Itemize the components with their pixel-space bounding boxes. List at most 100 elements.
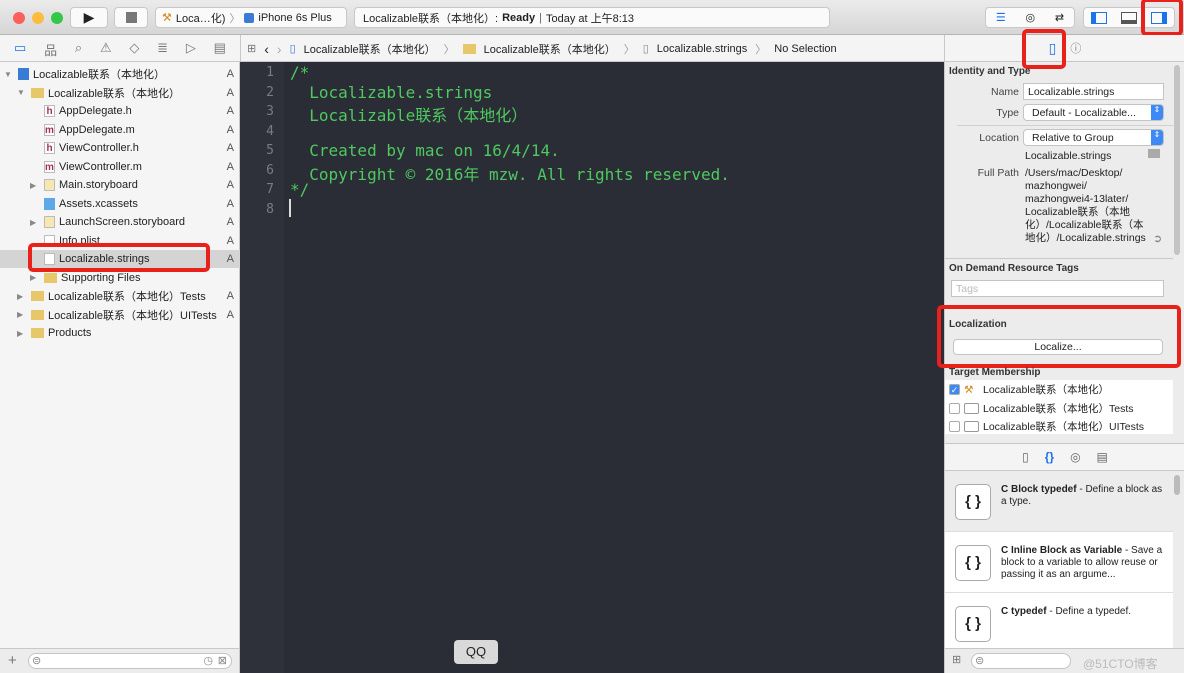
stop-button[interactable] <box>114 7 148 28</box>
target-checkbox[interactable] <box>949 421 960 432</box>
navigator-item-label: Products <box>48 327 92 339</box>
navigator-item[interactable]: ▶ Products <box>0 324 240 342</box>
disclosure-triangle-icon[interactable]: ▶ <box>17 292 23 301</box>
storyboard-icon <box>44 179 55 191</box>
full-path-line: /Users/mac/Desktop/ <box>1025 167 1123 179</box>
navigator-item[interactable]: ▶ Localizable联系（本地化）UITests A <box>0 306 240 324</box>
reveal-arrow-icon[interactable]: ➲ <box>1153 232 1162 245</box>
scm-filter-icon[interactable]: ⊠ <box>218 654 227 667</box>
disclosure-triangle-icon[interactable]: ▼ <box>17 88 25 97</box>
status-time: Today at 上午8:13 <box>545 12 635 25</box>
navigator-item[interactable]: h ViewController.h A <box>0 139 240 157</box>
library-filter-input[interactable]: ⊜ <box>971 653 1071 669</box>
version-editor-icon[interactable]: ⇄ <box>1055 11 1064 24</box>
project-navigator-icon[interactable]: ▭ <box>14 40 26 59</box>
symbol-navigator-icon[interactable]: 品 <box>44 40 57 59</box>
disclosure-triangle-icon[interactable]: ▶ <box>30 181 36 190</box>
type-popup[interactable]: Default - Localizable... ⇕ <box>1023 104 1164 121</box>
line-number: 4 <box>266 123 274 139</box>
tags-input[interactable]: Tags <box>951 280 1164 297</box>
folder-reveal-icon[interactable] <box>1148 149 1160 158</box>
navigator-item[interactable]: h AppDelegate.h A <box>0 102 240 120</box>
quick-help-icon[interactable]: ⓘ <box>1070 40 1081 56</box>
popup-arrows-icon: ⇕ <box>1151 105 1163 120</box>
library-scrollbar[interactable] <box>1174 475 1180 495</box>
location-popup[interactable]: Relative to Group ⇕ <box>1023 129 1164 146</box>
object-library-icon[interactable]: ◎ <box>1070 450 1080 464</box>
zoom-window-button[interactable] <box>51 12 63 24</box>
disclosure-triangle-icon[interactable]: ▼ <box>4 70 12 79</box>
breadcrumb-group[interactable]: Localizable联系（本地化） <box>484 41 616 57</box>
target-checkbox[interactable] <box>949 402 960 414</box>
search-icon[interactable]: ⌕ <box>75 40 82 59</box>
folder-icon <box>44 272 57 283</box>
navigator-item-label: Assets.xcassets <box>59 197 138 210</box>
add-icon[interactable]: + <box>8 652 17 669</box>
scheme-selector[interactable]: ⚒ Loca…化) 〉 iPhone 6s Plus <box>155 7 347 28</box>
grid-view-icon[interactable]: ⊞ <box>952 653 961 666</box>
media-library-icon[interactable]: ▤ <box>1097 450 1108 464</box>
scm-status-badge: A <box>226 179 234 191</box>
snippet-item[interactable]: { } C typedef - Define a typedef. <box>945 594 1173 648</box>
code-line[interactable]: Localizable.strings <box>290 83 492 102</box>
file-template-icon[interactable]: ▯ <box>1022 450 1029 464</box>
related-items-icon[interactable]: ⊞ <box>247 42 256 55</box>
navigator-item[interactable]: Assets.xcassets A <box>0 195 240 213</box>
issue-warning-icon[interactable]: ⚠ <box>100 40 112 59</box>
disclosure-triangle-icon[interactable]: ▶ <box>30 218 36 227</box>
code-line[interactable]: */ <box>290 180 309 199</box>
target-checkbox[interactable]: ✓ <box>949 384 960 395</box>
navigator-item[interactable]: ▼ Localizable联系（本地化） A <box>0 84 240 102</box>
scheme-name: Loca…化) <box>175 12 226 25</box>
scm-status-badge: A <box>226 86 234 99</box>
code-snippet-icon[interactable]: {} <box>1045 450 1054 464</box>
disclosure-triangle-icon[interactable]: ▶ <box>17 329 23 338</box>
line-number-gutter: 1 2 3 4 5 6 7 8 <box>240 62 284 673</box>
minimize-window-button[interactable] <box>32 12 44 24</box>
recent-files-icon[interactable]: ◷ <box>203 654 213 667</box>
test-navigator-icon[interactable]: ◇ <box>129 40 139 59</box>
full-path-line: 地化）/Localizable.strings <box>1025 232 1146 244</box>
navigator-toggle-icon[interactable] <box>1091 11 1107 24</box>
navigator-item-label: AppDelegate.m <box>59 123 135 136</box>
navigator-item[interactable]: ▶ Main.storyboard A <box>0 176 240 194</box>
navigator-item[interactable]: m ViewController.m A <box>0 158 240 176</box>
breadcrumb-project[interactable]: Localizable联系（本地化） <box>304 41 436 57</box>
run-button[interactable]: ▶ <box>70 7 108 28</box>
breadcrumb-selection[interactable]: No Selection <box>774 43 836 55</box>
forward-button[interactable]: › <box>277 41 282 57</box>
navigator-item[interactable]: m AppDelegate.m A <box>0 121 240 139</box>
disclosure-triangle-icon[interactable]: ▶ <box>17 310 23 319</box>
breadcrumb-file[interactable]: Localizable.strings <box>657 43 748 55</box>
assistant-editor-icon[interactable]: ◎ <box>1026 11 1036 24</box>
navigator-item[interactable]: ▶ LaunchScreen.storyboard A <box>0 213 240 231</box>
code-line[interactable]: /* <box>290 63 309 82</box>
snippet-item[interactable]: { } C Block typedef - Define a block as a… <box>945 472 1173 532</box>
full-path-label: Full Path <box>977 167 1019 179</box>
standard-editor-icon[interactable]: ☰ <box>996 11 1006 24</box>
debug-area-toggle-icon[interactable] <box>1121 11 1137 24</box>
name-field[interactable]: Localizable.strings <box>1023 83 1164 100</box>
navigator-item-label: ViewController.h <box>59 142 139 154</box>
back-button[interactable]: ‹ <box>264 41 269 57</box>
target-label: Localizable联系（本地化）UITests <box>983 421 1145 433</box>
breakpoint-icon[interactable]: ▷ <box>186 40 196 59</box>
navigator-item-label: Localizable联系（本地化）UITests <box>48 309 217 322</box>
inspector-scrollbar[interactable] <box>1174 65 1180 255</box>
disclosure-triangle-icon[interactable]: ▶ <box>30 273 36 282</box>
line-number: 8 <box>266 201 274 217</box>
navigator-item[interactable]: ▶ Localizable联系（本地化）Tests A <box>0 287 240 305</box>
snippet-item[interactable]: { } C Inline Block as Variable - Save a b… <box>945 533 1173 593</box>
filter-input[interactable]: ⊜ ◷ ⊠ <box>28 653 232 669</box>
code-line[interactable]: Copyright © 2016年 mzw. All rights reserv… <box>290 161 730 185</box>
scm-status-badge: A <box>226 142 234 154</box>
debug-navigator-icon[interactable]: ≣ <box>157 40 168 59</box>
source-editor[interactable]: 1 2 3 4 5 6 7 8 /* Localizable.strings Localiza… <box>240 62 944 673</box>
close-window-button[interactable] <box>13 12 25 24</box>
storyboard-icon <box>44 216 55 228</box>
filter-icon: ⊜ <box>975 655 985 667</box>
code-line[interactable]: Created by mac on 16/4/14. <box>290 141 559 160</box>
report-icon[interactable]: ▤ <box>214 40 226 59</box>
navigator-item[interactable]: ▼ Localizable联系（本地化） A <box>0 65 240 83</box>
code-line[interactable]: Localizable联系（本地化） <box>290 102 527 126</box>
